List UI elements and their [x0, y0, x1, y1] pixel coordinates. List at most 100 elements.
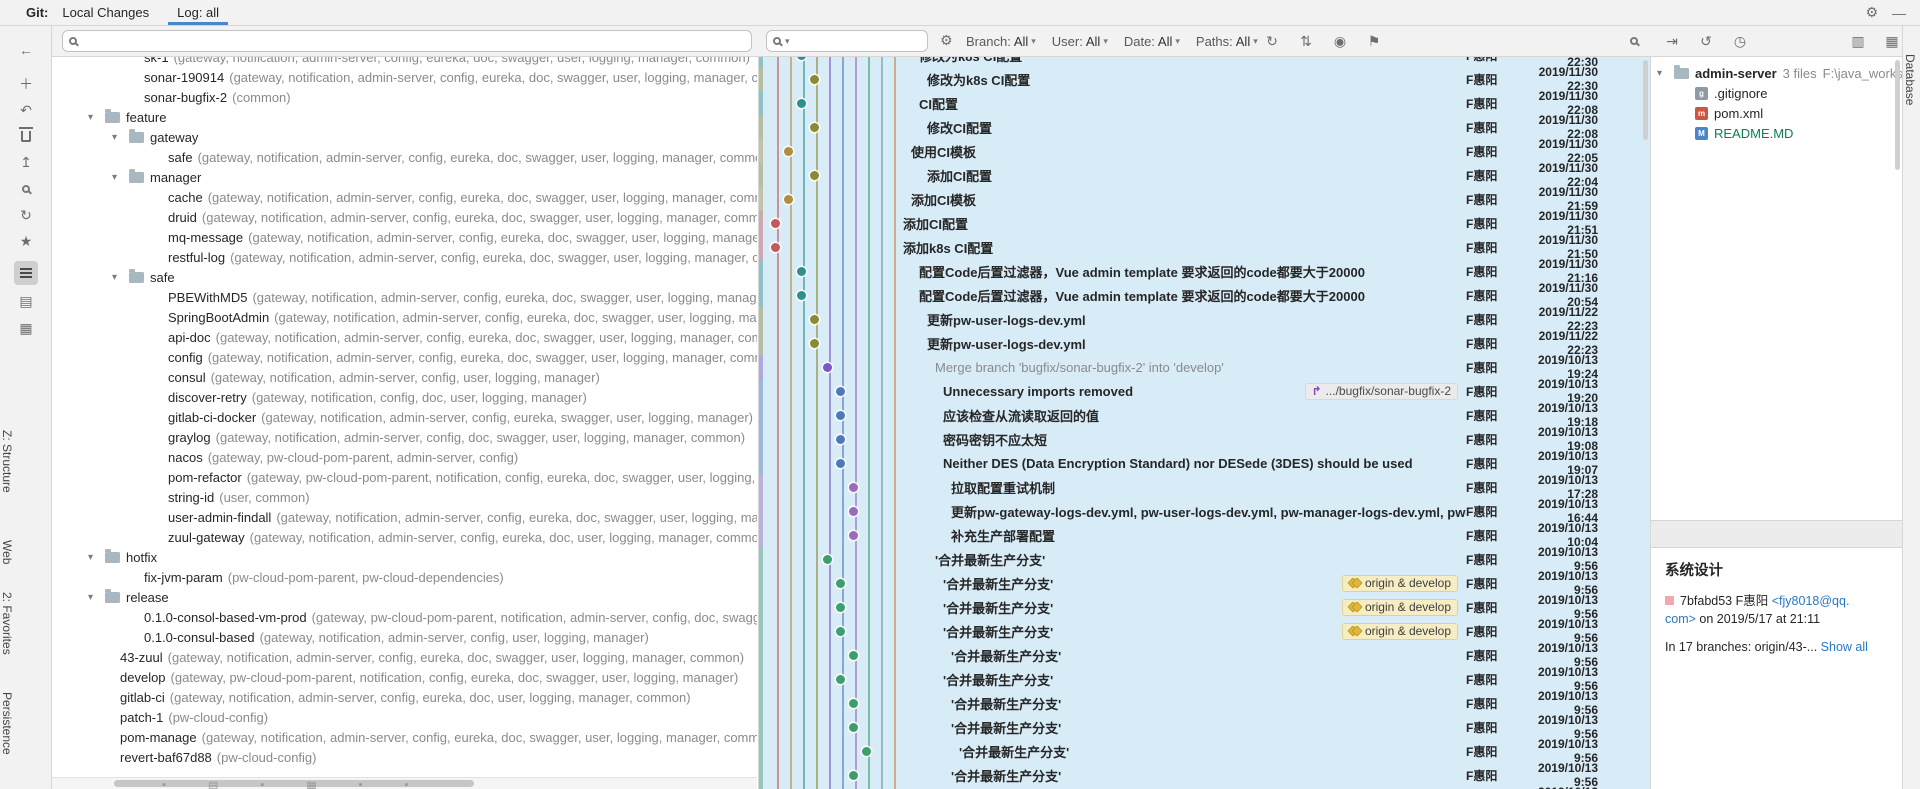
jump-to-source-icon[interactable]: ⇥ — [1662, 33, 1682, 50]
branch-group-row[interactable]: ▾manager — [52, 167, 757, 187]
branch-group-row[interactable]: ▾release — [52, 587, 757, 607]
tool-button-persistence[interactable]: Persistence — [0, 692, 52, 755]
commit-row[interactable]: '合并最新生产分支'F惠阳2019/10/13 9:56 — [759, 691, 1650, 715]
commit-row[interactable]: '合并最新生产分支'origin & developF惠阳2019/10/13 … — [759, 595, 1650, 619]
branches-search-input[interactable] — [81, 33, 745, 50]
commit-row[interactable]: 修改为k8s CI配置F惠阳2019/11/30 22:30 — [759, 67, 1650, 91]
commit-row[interactable]: '合并最新生产分支'F惠阳2019/10/13 9:56 — [759, 763, 1650, 787]
log-search-input[interactable] — [794, 33, 921, 50]
commit-row[interactable]: 配置Code后置过滤器，Vue admin template 要求返回的code… — [759, 259, 1650, 283]
tab-log-all[interactable]: Log: all — [163, 0, 233, 25]
chevron-down-icon[interactable]: ▾ — [112, 172, 126, 183]
chevron-down-icon[interactable]: ▾ — [112, 132, 126, 143]
branch-row[interactable]: gitlab-ci(gateway, notification, admin-s… — [52, 687, 757, 707]
layout-rows-icon[interactable]: ▥ — [1848, 33, 1868, 50]
branch-row[interactable]: mq-message(gateway, notification, admin-… — [52, 227, 757, 247]
branch-group-row[interactable]: ▾feature — [52, 107, 757, 127]
filter-paths[interactable]: Paths:All▾ — [1196, 34, 1258, 49]
tool-button-web[interactable]: Web — [0, 540, 52, 564]
branch-row[interactable]: patch-1(pw-cloud-config) — [52, 707, 757, 727]
branch-row[interactable]: string-id(user, common) — [52, 487, 757, 507]
details-list-icon[interactable]: ▤ — [14, 289, 38, 313]
commit-up-icon[interactable]: ↥ — [14, 150, 38, 174]
branch-row[interactable]: develop(gateway, pw-cloud-pom-parent, no… — [52, 667, 757, 687]
commit-row[interactable]: '合并最新生产分支'origin & developF惠阳2019/10/13 … — [759, 619, 1650, 643]
log-scrollbar-thumb[interactable] — [1643, 60, 1648, 140]
find-commit-icon[interactable] — [1630, 37, 1638, 45]
commit-row[interactable]: 补充生产部署配置F惠阳2019/10/13 10:04 — [759, 523, 1650, 547]
branch-row[interactable]: revert-baf67d88(pw-cloud-config) — [52, 747, 757, 767]
refresh-icon[interactable]: ↻ — [1262, 33, 1282, 50]
commit-row[interactable]: 添加CI模板F惠阳2019/11/30 21:59 — [759, 187, 1650, 211]
settings-gear-icon[interactable]: ⚙ — [1865, 4, 1878, 21]
branch-row[interactable]: user-admin-findall(gateway, notification… — [52, 507, 757, 527]
commit-row[interactable]: 使用CI模板F惠阳2019/11/30 22:05 — [759, 139, 1650, 163]
log-settings-gear-icon[interactable]: ⚙ — [940, 32, 953, 49]
commit-row[interactable]: 配置Code后置过滤器，Vue admin template 要求返回的code… — [759, 283, 1650, 307]
commit-email-link-2[interactable]: com> — [1665, 612, 1696, 626]
branch-row[interactable]: PBEWithMD5(gateway, notification, admin-… — [52, 287, 757, 307]
branch-ref-label[interactable]: origin & develop — [1342, 575, 1458, 592]
details-scrollbar-thumb[interactable] — [1895, 60, 1900, 170]
tool-button--favorites[interactable]: 2: Favorites — [0, 592, 52, 655]
commit-email-link[interactable]: <fjy8018@qq. — [1772, 594, 1850, 608]
hide-window-icon[interactable]: — — [1892, 5, 1906, 21]
branch-row[interactable]: 0.1.0-consul-based(gateway, notification… — [52, 627, 757, 647]
show-details-eye-icon[interactable]: ◉ — [1330, 33, 1350, 50]
commit-row[interactable]: 更新pw-user-logs-dev.ymlF惠阳2019/11/22 22:2… — [759, 331, 1650, 355]
delete-icon[interactable] — [14, 124, 38, 148]
commit-row[interactable]: 拉取配置重试机制F惠阳2019/10/13 17:28 — [759, 475, 1650, 499]
commit-row[interactable]: '合并最新生产分支'F惠阳2019/10/13 9:56 — [759, 739, 1650, 763]
tool-button-database[interactable]: Database — [1903, 54, 1920, 105]
graph-options-icon[interactable]: ⚑ — [1364, 33, 1384, 50]
commit-row[interactable]: 添加k8s CI配置F惠阳2019/11/30 21:50 — [759, 235, 1650, 259]
commit-row[interactable]: '合并最新生产分支'origin & developF惠阳2019/10/13 … — [759, 571, 1650, 595]
filter-user[interactable]: User:All▾ — [1052, 34, 1108, 49]
back-icon[interactable]: ← — [14, 38, 38, 62]
log-search-field[interactable]: ▾ — [766, 30, 928, 52]
branch-group-row[interactable]: ▾hotfix — [52, 547, 757, 567]
branch-row[interactable]: api-doc(gateway, notification, admin-ser… — [52, 327, 757, 347]
commit-row[interactable]: 更新pw-user-logs-dev.ymlF惠阳2019/11/22 22:2… — [759, 307, 1650, 331]
star-icon[interactable]: ★ — [14, 229, 38, 253]
chevron-down-icon[interactable]: ▾ — [88, 552, 102, 563]
commit-row[interactable]: '合并最新生产分支'F惠阳2019/10/13 9:56 — [759, 715, 1650, 739]
changed-file-row[interactable]: g.gitignore — [1651, 83, 1902, 103]
history-clock-icon[interactable]: ◷ — [1730, 33, 1750, 50]
branch-row[interactable]: config(gateway, notification, admin-serv… — [52, 347, 757, 367]
details-splitter[interactable] — [1651, 520, 1902, 548]
branch-row[interactable]: SpringBootAdmin(gateway, notification, a… — [52, 307, 757, 327]
branch-ref-label[interactable]: origin & develop — [1342, 623, 1458, 640]
refresh-icon[interactable]: ↻ — [14, 203, 38, 227]
tool-button-z-structure[interactable]: Z: Structure — [0, 430, 52, 493]
branch-row[interactable]: graylog(gateway, notification, admin-ser… — [52, 427, 757, 447]
branch-row[interactable]: druid(gateway, notification, admin-serve… — [52, 207, 757, 227]
branch-ref-label[interactable]: origin & develop — [1342, 599, 1458, 616]
branch-group-row[interactable]: ▾gateway — [52, 127, 757, 147]
branch-row[interactable]: pom-manage(gateway, notification, admin-… — [52, 727, 757, 747]
branch-row[interactable]: safe(gateway, notification, admin-server… — [52, 147, 757, 167]
branch-group-row[interactable]: ▾safe — [52, 267, 757, 287]
commit-row[interactable]: CI配置F惠阳2019/11/30 22:08 — [759, 91, 1650, 115]
rollback-icon[interactable]: ↺ — [1696, 33, 1716, 50]
branch-row[interactable]: consul(gateway, notification, admin-serv… — [52, 367, 757, 387]
branch-ref-label[interactable]: ↱.../bugfix/sonar-bugfix-2 — [1305, 383, 1458, 400]
log-view-icon[interactable] — [14, 261, 38, 285]
intellisort-icon[interactable]: ⇅ — [1296, 33, 1316, 50]
branch-row[interactable]: fix-jvm-param(pw-cloud-pom-parent, pw-cl… — [52, 567, 757, 587]
commit-row[interactable]: Neither DES (Data Encryption Standard) n… — [759, 451, 1650, 475]
tab-local-changes[interactable]: Local Changes — [48, 0, 163, 25]
show-all-link[interactable]: Show all — [1821, 640, 1868, 654]
commit-hash[interactable]: 7bfabd53 — [1680, 594, 1732, 608]
commit-row[interactable]: 修改为k8s CI配置F惠阳2019/11/30 22:30 — [759, 57, 1650, 67]
commit-row[interactable]: '合并最新生产分支'F惠阳2019/10/13 9:56 — [759, 667, 1650, 691]
branch-row[interactable]: nacos(gateway, pw-cloud-pom-parent, admi… — [52, 447, 757, 467]
chevron-down-icon[interactable]: ▾ — [112, 272, 126, 283]
filter-branch[interactable]: Branch:All▾ — [966, 34, 1036, 49]
commit-row[interactable]: 应该检查从流读取返回的值F惠阳2019/10/13 19:18 — [759, 403, 1650, 427]
changed-file-row[interactable]: mpom.xml — [1651, 103, 1902, 123]
find-icon[interactable] — [14, 177, 38, 201]
commit-row[interactable]: 密码密钥不应太短F惠阳2019/10/13 19:08 — [759, 427, 1650, 451]
commit-row[interactable]: Merge branch 'bugfix/sonar-bugfix-2' int… — [759, 355, 1650, 379]
branches-search-field[interactable] — [62, 30, 752, 52]
